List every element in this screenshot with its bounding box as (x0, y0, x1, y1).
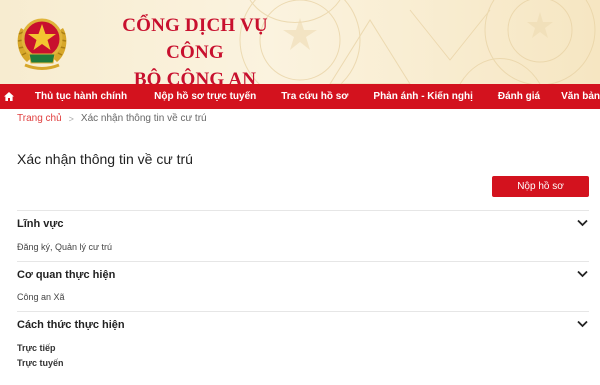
nav-item-danh-gia[interactable]: Đánh giá (498, 84, 540, 109)
section-co-quan[interactable]: Cơ quan thực hiện Công an Xã (17, 261, 589, 311)
section-value: Công an Xã (17, 292, 65, 302)
nav-item-van-ban[interactable]: Văn bản (561, 84, 600, 109)
nav-item-phan-anh[interactable]: Phản ánh - Kiến nghị (373, 84, 472, 109)
section-title: Cơ quan thực hiện (17, 269, 116, 281)
portal-header: CỔNG DỊCH VỤ CÔNG BỘ CÔNG AN (0, 0, 600, 84)
nav-item-tra-cuu[interactable]: Tra cứu hồ sơ (281, 84, 348, 109)
section-value: Đăng ký, Quản lý cư trú (17, 242, 113, 252)
breadcrumb: Trang chủ > Xác nhận thông tin về cư trú (17, 113, 207, 124)
portal-title-line2: BỘ CÔNG AN (133, 69, 257, 84)
section-cach-thuc[interactable]: Cách thức thực hiện Trực tiếp Trực tuyến (17, 311, 589, 385)
breadcrumb-separator: > (68, 113, 74, 124)
nav-item-thu-tuc[interactable]: Thủ tục hành chính (35, 84, 127, 109)
main-nav: Thủ tục hành chính Nộp hồ sơ trực tuyến … (0, 84, 600, 109)
page-title: Xác nhận thông tin về cư trú (17, 151, 193, 167)
portal-title: CỔNG DỊCH VỤ CÔNG BỘ CÔNG AN (100, 12, 290, 84)
submit-application-button[interactable]: Nộp hồ sơ (492, 176, 589, 197)
chevron-down-icon[interactable] (577, 219, 588, 227)
portal-title-line1: CỔNG DỊCH VỤ CÔNG (122, 15, 268, 63)
nav-home-button[interactable] (0, 84, 19, 109)
header-pattern (239, 0, 596, 84)
breadcrumb-current: Xác nhận thông tin về cư trú (80, 113, 207, 124)
section-linh-vuc[interactable]: Lĩnh vực Đăng ký, Quản lý cư trú (17, 210, 589, 261)
chevron-down-icon[interactable] (577, 270, 588, 278)
section-title: Cách thức thực hiện (17, 319, 125, 331)
section-value: Trực tiếp (17, 343, 56, 353)
nav-item-nop-ho-so[interactable]: Nộp hồ sơ trực tuyến (154, 84, 256, 109)
police-emblem-logo[interactable] (13, 8, 71, 72)
breadcrumb-home-link[interactable]: Trang chủ (17, 113, 62, 124)
section-value: Trực tuyến (17, 358, 64, 368)
chevron-down-icon[interactable] (577, 320, 588, 328)
section-title: Lĩnh vực (17, 218, 64, 230)
home-icon (4, 92, 15, 101)
